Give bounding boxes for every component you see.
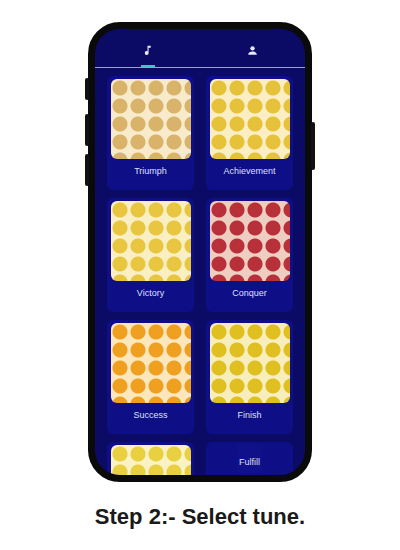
side-button (85, 78, 89, 100)
tune-image (210, 79, 290, 159)
tune-grid: Triumph Achievement Victory Conquer Success F… (95, 68, 305, 482)
tab[interactable] (200, 35, 305, 67)
tune-card[interactable]: Triumph (107, 76, 194, 190)
tune-image (210, 201, 290, 281)
tune-card[interactable]: Victory (107, 198, 194, 312)
tune-image (111, 79, 191, 159)
tab[interactable] (95, 35, 200, 67)
caption: Step 2:- Select tune. (95, 504, 305, 530)
tune-label: Finish (235, 403, 263, 426)
tune-image (111, 201, 191, 281)
tune-card[interactable] (107, 442, 194, 482)
phone-mockup: Triumph Achievement Victory Conquer Success F… (88, 22, 312, 482)
tune-card[interactable]: Achievement (206, 76, 293, 190)
tune-label: Success (131, 403, 169, 426)
tune-card[interactable]: Finish (206, 320, 293, 434)
page: Triumph Achievement Victory Conquer Success F… (0, 0, 400, 550)
tune-label: Achievement (221, 159, 277, 182)
tune-image (111, 323, 191, 403)
divider (95, 67, 305, 68)
person-icon (246, 44, 259, 57)
side-button (311, 122, 315, 170)
tab-bar (95, 35, 305, 67)
tune-label: Conquer (230, 281, 269, 304)
side-button (85, 114, 89, 146)
phone-screen: Triumph Achievement Victory Conquer Success F… (88, 22, 312, 482)
tune-card[interactable]: Fulfill (206, 442, 293, 482)
tune-label: Victory (135, 281, 166, 304)
tune-label: Triumph (132, 159, 169, 182)
status-bar (95, 29, 305, 35)
tune-image (210, 323, 290, 403)
side-button (85, 154, 89, 186)
tune-image (111, 445, 191, 482)
music-note-icon (141, 44, 154, 57)
tune-card[interactable]: Success (107, 320, 194, 434)
tune-label: Fulfill (237, 445, 262, 473)
tune-card[interactable]: Conquer (206, 198, 293, 312)
